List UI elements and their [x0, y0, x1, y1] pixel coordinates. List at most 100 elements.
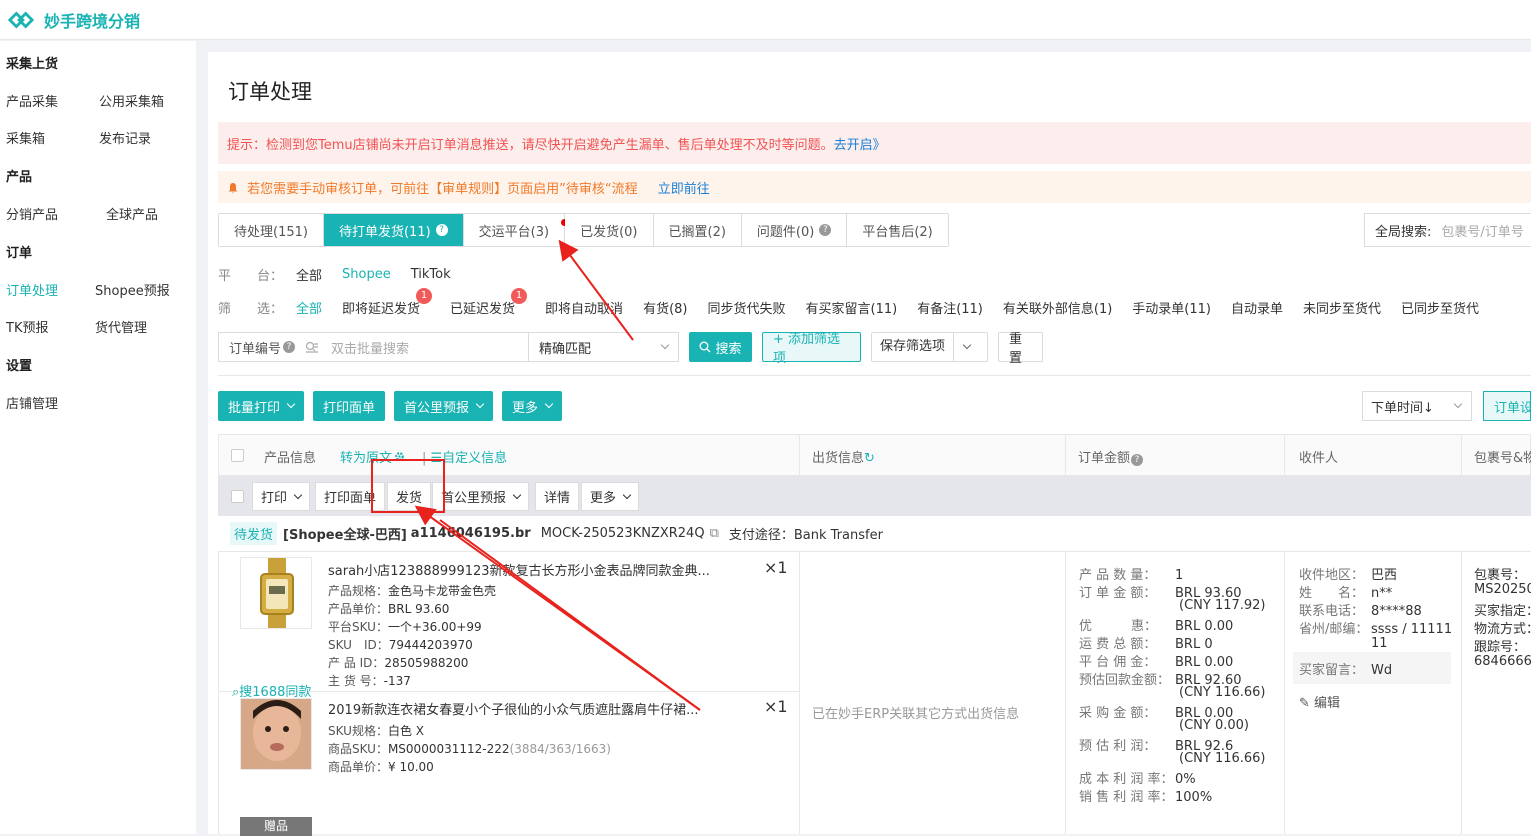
filter-delayed[interactable]: 已延迟发货 1: [450, 288, 528, 317]
filter-sync-fail[interactable]: 同步货代失败: [707, 298, 785, 317]
global-search[interactable]: 全局搜索: 包裹号/订单号: [1364, 213, 1531, 247]
go-now-link[interactable]: 立即前往: [658, 182, 710, 197]
package-value[interactable]: MS20250: [1474, 582, 1531, 597]
tab-shipped[interactable]: 已发货(0): [565, 214, 654, 246]
product-name[interactable]: 2019新款连衣裙女春夏小个子很仙的小众气质遮肚露肩牛仔裙...: [328, 699, 728, 718]
filter-auto-cancel[interactable]: 即将自动取消: [545, 298, 623, 317]
filter-buyer-msg[interactable]: 有买家留言(11): [806, 298, 898, 317]
first-mile-button[interactable]: 首公里预报: [394, 391, 494, 421]
product-name[interactable]: sarah小店123888999123新款复古长方形小金表品牌同款金典...: [328, 560, 728, 579]
sidebar-item-store-mgmt[interactable]: 店铺管理: [6, 393, 58, 412]
filter-manual[interactable]: 手动录单(11): [1132, 298, 1211, 317]
sidebar-item-collect-box[interactable]: 采集箱: [6, 128, 45, 147]
filter-all[interactable]: 全部: [296, 298, 322, 317]
tab-to-print-ship[interactable]: 待打单发货(11)?: [323, 214, 464, 246]
sidebar-item-shopee-forecast[interactable]: Shopee预报: [95, 280, 170, 299]
more-row-button[interactable]: 更多: [581, 482, 640, 511]
tracking-value[interactable]: 68466665: [1474, 654, 1531, 669]
sort-value: 下单时间↓: [1371, 400, 1434, 416]
filter-not-synced[interactable]: 未同步至货代: [1303, 298, 1381, 317]
amount-discount: 优 惠： BRL 0.00: [1079, 615, 1233, 634]
sidebar-item-global-product[interactable]: 全球产品: [106, 204, 158, 223]
add-filter-button[interactable]: + 添加筛选项: [762, 332, 861, 366]
tracking-key: 跟踪号：: [1474, 640, 1527, 655]
sidebar-item-public-box[interactable]: 公用采集箱: [99, 91, 164, 110]
receiver-key: 买家留言：: [1299, 663, 1365, 678]
amount-purchase-cny: (CNY 0.00): [1179, 718, 1249, 733]
goods-sku-value: MS0000031112-222: [387, 742, 510, 756]
print-sheet-button[interactable]: 打印面单: [313, 391, 386, 421]
product-image-dress[interactable]: [240, 698, 312, 770]
divider: [1284, 435, 1285, 475]
help-icon[interactable]: ?: [435, 224, 448, 236]
detail-button[interactable]: 详情: [535, 482, 580, 511]
copy-icon[interactable]: ⧉: [710, 526, 719, 541]
print-button[interactable]: 打印: [252, 482, 311, 511]
tab-problem[interactable]: 问题件(0)?: [741, 214, 848, 246]
sku-spec-key: SKU规格：: [328, 724, 388, 738]
enable-push-link[interactable]: 去开启》: [834, 138, 886, 153]
app-title: 妙手跨境分销: [44, 12, 141, 31]
sidebar-item-tk-forecast[interactable]: TK预报: [6, 317, 48, 336]
reset-button[interactable]: 重置: [998, 332, 1043, 366]
sidebar-item-publish-log[interactable]: 发布记录: [99, 128, 151, 147]
receiver-value: ssss / 11111: [1371, 622, 1453, 637]
th-shipping-info: 出货信息↻: [812, 447, 875, 466]
more-button[interactable]: 更多: [502, 391, 563, 421]
tab-handover[interactable]: 交运平台(3): [463, 214, 569, 246]
sku-spec-value: 白色 X: [387, 724, 424, 738]
product-image-watch[interactable]: [240, 557, 312, 629]
platform-all[interactable]: 全部: [296, 265, 322, 284]
sidebar-item-forwarder[interactable]: 货代管理: [95, 317, 147, 336]
product-id-value: 28505988200: [384, 656, 469, 670]
buyer-message: 买家留言： Wd: [1299, 659, 1392, 678]
receiver-key: 姓 名：: [1299, 586, 1365, 601]
quantity: ×1: [764, 697, 788, 716]
main-sku-line: 主 货 号：-137: [328, 672, 411, 689]
tab-after-sales[interactable]: 平台售后(2): [847, 214, 948, 246]
bulk-actions: 批量打印 打印面单 首公里预报 更多: [218, 391, 571, 421]
order-number[interactable]: a1146046195.br: [411, 526, 531, 541]
filter-external[interactable]: 有关联外部信息(1): [1003, 298, 1112, 317]
refresh-icon[interactable]: ↻: [864, 451, 875, 466]
order-settings-button[interactable]: 订单设置: [1483, 391, 1531, 421]
amount-value: 1: [1175, 568, 1184, 583]
logo[interactable]: 妙手跨境分销: [8, 8, 140, 32]
save-filter-button[interactable]: 保存筛选项: [871, 332, 988, 362]
chevron-down-icon: [293, 490, 303, 499]
filter-synced[interactable]: 已同步至货代: [1401, 298, 1479, 317]
chevron-down-icon[interactable]: [962, 340, 972, 350]
platform-shopee[interactable]: Shopee: [342, 267, 391, 282]
tab-on-hold[interactable]: 已搁置(2): [653, 214, 742, 246]
tab-pending[interactable]: 待处理(151): [219, 214, 324, 246]
chevron-down-icon: [512, 490, 522, 499]
order-checkbox[interactable]: [231, 490, 244, 503]
platform-tiktok[interactable]: TikTok: [411, 267, 451, 282]
edit-button[interactable]: ✎ 编辑: [1299, 692, 1340, 711]
amount-payout-cny: (CNY 116.66): [1179, 685, 1266, 700]
th-amount: 订单金额?: [1078, 447, 1144, 466]
global-search-label: 全局搜索:: [1375, 224, 1432, 240]
search-button[interactable]: 搜索: [689, 332, 752, 362]
help-icon[interactable]: ?: [819, 224, 832, 236]
goods-sku-line: 商品SKU：MS0000031112-222(3884/363/1663): [328, 740, 611, 757]
main-sku-value: -137: [383, 674, 411, 688]
filter-in-stock[interactable]: 有货(8): [643, 298, 687, 317]
filter-soon-delay[interactable]: 即将延迟发货 1: [342, 288, 433, 317]
price-key: 产品单价：: [328, 602, 389, 616]
batch-print-button[interactable]: 批量打印: [218, 391, 305, 421]
help-icon[interactable]: ?: [283, 341, 296, 353]
first-mile-row-button[interactable]: 首公里预报: [432, 482, 530, 511]
order-no-search[interactable]: 订单编号 ? 双击批量搜索: [218, 332, 529, 362]
sort-select[interactable]: 下单时间↓: [1362, 391, 1472, 421]
filter-auto[interactable]: 自动录单: [1231, 298, 1283, 317]
price-value: BRL 93.60: [388, 602, 450, 616]
sidebar-item-product-collect[interactable]: 产品采集: [6, 91, 58, 110]
filter-remark[interactable]: 有备注(11): [917, 298, 983, 317]
select-all-checkbox[interactable]: [231, 449, 244, 462]
sidebar-item-dist-product[interactable]: 分销产品: [6, 204, 58, 223]
help-icon[interactable]: ?: [1131, 454, 1144, 466]
match-mode-select[interactable]: 精确匹配: [529, 332, 679, 362]
goods-price-line: 商品单价：¥ 10.00: [328, 758, 434, 775]
sidebar-item-order-processing[interactable]: 订单处理: [6, 280, 58, 299]
